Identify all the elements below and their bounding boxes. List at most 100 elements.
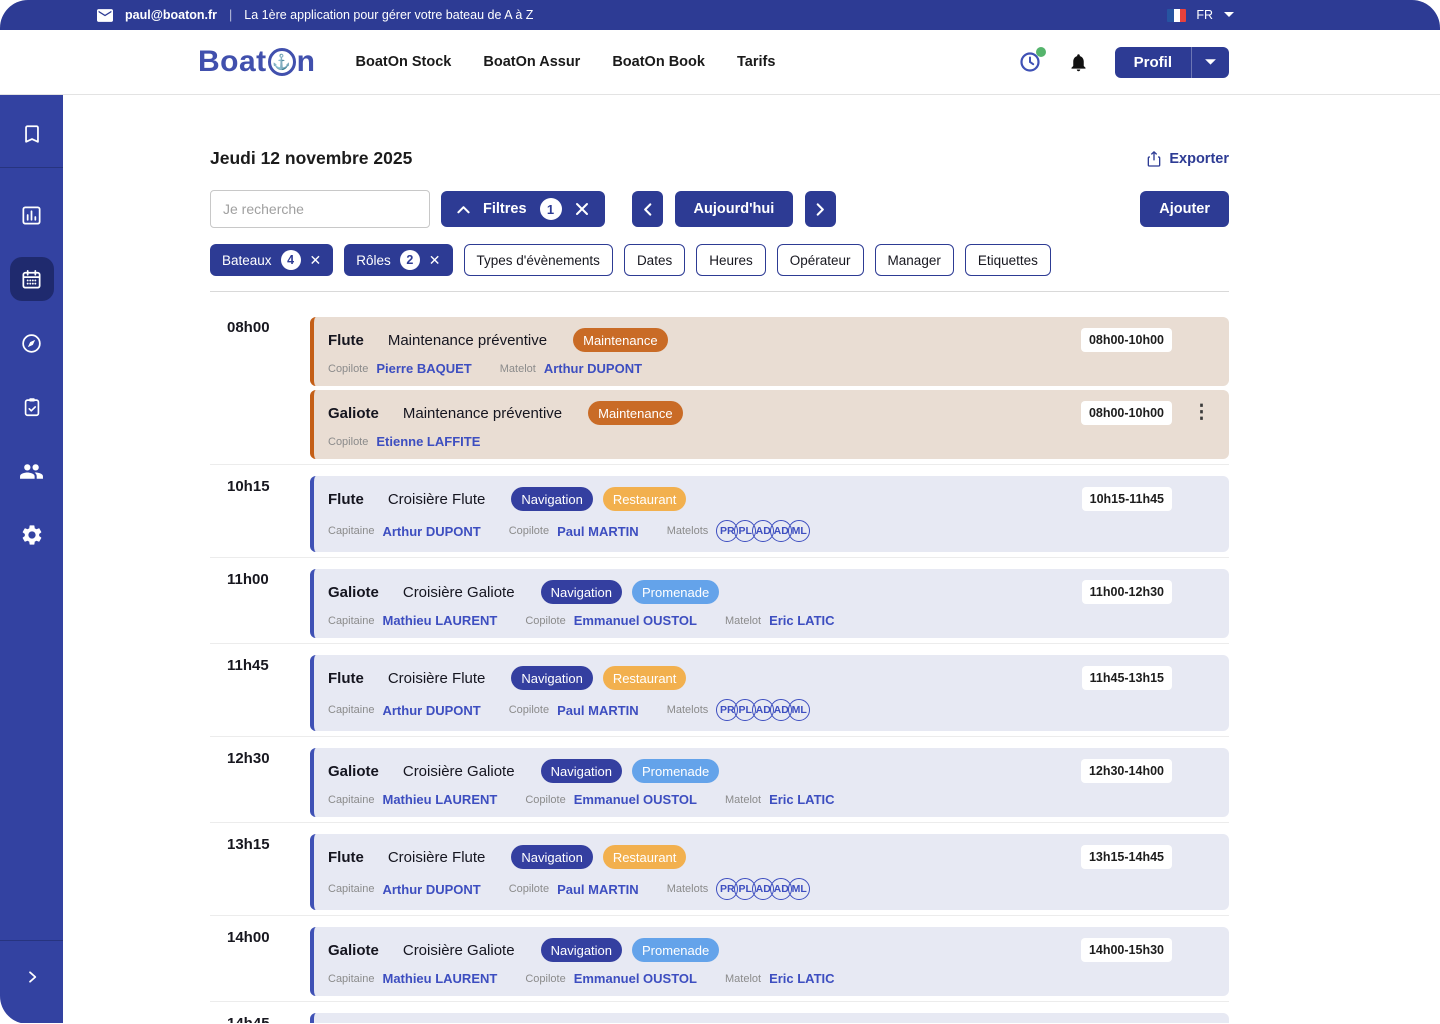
matelot-avatars: PRPLADADML bbox=[716, 520, 810, 542]
filter-chip-heures[interactable]: Heures bbox=[696, 244, 766, 276]
filters-count-badge: 1 bbox=[540, 198, 562, 220]
crew-member-link[interactable]: Paul MARTIN bbox=[557, 882, 639, 897]
time-range-pill: 11h00-12h30 bbox=[1082, 580, 1172, 604]
chip-label: Dates bbox=[637, 253, 672, 268]
crew-role-label: Copilote bbox=[509, 525, 549, 537]
crew-member-link[interactable]: Paul MARTIN bbox=[557, 524, 639, 539]
add-button[interactable]: Ajouter bbox=[1140, 191, 1229, 227]
notifications-bell-icon[interactable] bbox=[1068, 51, 1089, 74]
event-card[interactable]: FluteCroisière FluteNavigationRestaurant… bbox=[310, 834, 1229, 910]
badge-restaurant: Restaurant bbox=[603, 666, 687, 690]
badge-navigation: Navigation bbox=[511, 666, 592, 690]
crew-member-link[interactable]: Emmanuel OUSTOL bbox=[574, 613, 697, 628]
crew-member-link[interactable]: Arthur DUPONT bbox=[382, 703, 480, 718]
calendar-icon[interactable] bbox=[10, 257, 54, 301]
event-card[interactable]: GalioteCroisière GalioteNavigationPromen… bbox=[310, 927, 1229, 996]
crew-member-link[interactable]: Mathieu LAURENT bbox=[382, 613, 497, 628]
time-range-pill: 08h00-10h00 bbox=[1081, 328, 1172, 352]
filter-chip-op-rateur[interactable]: Opérateur bbox=[777, 244, 864, 276]
crew-role-label: Copilote bbox=[509, 883, 549, 895]
event-card-crew: CopiloteEtienne LAFFITE bbox=[328, 434, 1109, 449]
today-button[interactable]: Aujourd'hui bbox=[675, 191, 794, 227]
avatar: ML bbox=[788, 699, 810, 721]
expand-sidebar-chevron-icon[interactable] bbox=[10, 955, 54, 999]
event-card[interactable]: FluteCroisière FluteNavigationRestaurant… bbox=[310, 1013, 1229, 1023]
event-card[interactable]: FluteCroisière FluteNavigationRestaurant… bbox=[310, 655, 1229, 731]
crew-member-link[interactable]: Eric LATIC bbox=[769, 971, 835, 986]
crew-member-link[interactable]: Eric LATIC bbox=[769, 792, 835, 807]
users-icon[interactable] bbox=[10, 449, 54, 493]
badge-promenade: Promenade bbox=[632, 580, 719, 604]
chip-remove-icon[interactable]: ✕ bbox=[310, 252, 322, 269]
schedule-group: 11h00GalioteCroisière GalioteNavigationP… bbox=[210, 558, 1229, 644]
chevron-up-icon bbox=[457, 205, 470, 214]
crew-role-label: Capitaine bbox=[328, 794, 374, 806]
chip-label: Bateaux bbox=[222, 253, 272, 268]
event-card[interactable]: FluteMaintenance préventiveMaintenance08… bbox=[310, 317, 1229, 386]
filter-chip-etiquettes[interactable]: Etiquettes bbox=[965, 244, 1051, 276]
crew-member-link[interactable]: Mathieu LAURENT bbox=[382, 792, 497, 807]
crew-member-link[interactable]: Pierre BAQUET bbox=[376, 361, 471, 376]
search-input[interactable] bbox=[210, 190, 430, 228]
profile-dropdown-toggle[interactable] bbox=[1192, 47, 1229, 78]
nav-link-boaton-stock[interactable]: BoatOn Stock bbox=[356, 54, 452, 70]
profile-button[interactable]: Profil bbox=[1115, 47, 1192, 78]
app-window: paul@boaton.fr | La 1ère application pou… bbox=[0, 0, 1440, 1024]
close-icon[interactable] bbox=[575, 202, 589, 216]
more-options-icon[interactable]: ⋮ bbox=[1192, 403, 1211, 422]
filter-chip-manager[interactable]: Manager bbox=[875, 244, 954, 276]
compass-icon[interactable] bbox=[10, 321, 54, 365]
event-badges: Maintenance bbox=[573, 328, 667, 352]
nav-link-tarifs[interactable]: Tarifs bbox=[737, 54, 775, 70]
matelot-avatars: PRPLADADML bbox=[716, 878, 810, 900]
filter-chip-bateaux[interactable]: Bateaux4✕ bbox=[210, 244, 333, 276]
crew-member-link[interactable]: Arthur DUPONT bbox=[382, 882, 480, 897]
status-dot bbox=[1036, 47, 1046, 57]
header-actions: Profil bbox=[1018, 47, 1229, 78]
crew-member-link[interactable]: Paul MARTIN bbox=[557, 703, 639, 718]
crew-member-link[interactable]: Arthur DUPONT bbox=[382, 524, 480, 539]
time-slot-label: 08h00 bbox=[210, 317, 310, 459]
boat-name: Flute bbox=[328, 332, 364, 349]
crew-member-link[interactable]: Emmanuel OUSTOL bbox=[574, 971, 697, 986]
event-card-crew: CapitaineArthur DUPONTCopilotePaul MARTI… bbox=[328, 878, 1109, 900]
event-cards: GalioteCroisière GalioteNavigationPromen… bbox=[310, 748, 1229, 817]
time-range-pill: 11h45-13h15 bbox=[1082, 666, 1172, 690]
event-badges: NavigationRestaurant bbox=[511, 487, 686, 511]
schedule-group: 12h30GalioteCroisière GalioteNavigationP… bbox=[210, 737, 1229, 823]
settings-gear-icon[interactable] bbox=[10, 513, 54, 557]
crew-member-link[interactable]: Arthur DUPONT bbox=[544, 361, 642, 376]
filter-chip-dates[interactable]: Dates bbox=[624, 244, 685, 276]
history-clock-icon[interactable] bbox=[1018, 50, 1042, 74]
event-card[interactable]: GalioteCroisière GalioteNavigationPromen… bbox=[310, 748, 1229, 817]
crew-member-link[interactable]: Mathieu LAURENT bbox=[382, 971, 497, 986]
analytics-icon[interactable] bbox=[10, 193, 54, 237]
export-button[interactable]: Exporter bbox=[1146, 150, 1229, 168]
filters-button[interactable]: Filtres 1 bbox=[441, 191, 605, 227]
crew-role-label: Capitaine bbox=[328, 525, 374, 537]
clipboard-check-icon[interactable] bbox=[10, 385, 54, 429]
chip-remove-icon[interactable]: ✕ bbox=[429, 252, 441, 269]
event-card[interactable]: GalioteCroisière GalioteNavigationPromen… bbox=[310, 569, 1229, 638]
crew-role-label: Capitaine bbox=[328, 973, 374, 985]
filter-chip-types-d-v-nements[interactable]: Types d'évènements bbox=[464, 244, 613, 276]
nav-link-boaton-book[interactable]: BoatOn Book bbox=[612, 54, 705, 70]
bookmark-icon[interactable] bbox=[10, 112, 54, 156]
crew-role-label: Copilote bbox=[525, 973, 565, 985]
event-title: Croisière Galiote bbox=[403, 763, 515, 780]
nav-link-boaton-assur[interactable]: BoatOn Assur bbox=[483, 54, 580, 70]
crew-member-link[interactable]: Etienne LAFFITE bbox=[376, 434, 480, 449]
event-title: Croisière Flute bbox=[388, 670, 486, 687]
event-title: Croisière Flute bbox=[388, 491, 486, 508]
language-selector[interactable]: FR bbox=[1167, 8, 1235, 22]
filter-chip-r-les[interactable]: Rôles2✕ bbox=[344, 244, 452, 276]
next-day-button[interactable] bbox=[805, 191, 836, 227]
event-card[interactable]: GalioteMaintenance préventiveMaintenance… bbox=[310, 390, 1229, 459]
previous-day-button[interactable] bbox=[632, 191, 663, 227]
main-header: Boat ⚓ n BoatOn Stock BoatOn Assur BoatOn … bbox=[0, 30, 1440, 95]
crew-member-link[interactable]: Eric LATIC bbox=[769, 613, 835, 628]
event-card[interactable]: FluteCroisière FluteNavigationRestaurant… bbox=[310, 476, 1229, 552]
event-card-header: FluteCroisière FluteNavigationRestaurant bbox=[328, 487, 1109, 511]
crew-member-link[interactable]: Emmanuel OUSTOL bbox=[574, 792, 697, 807]
boaton-logo[interactable]: Boat ⚓ n bbox=[198, 45, 316, 79]
